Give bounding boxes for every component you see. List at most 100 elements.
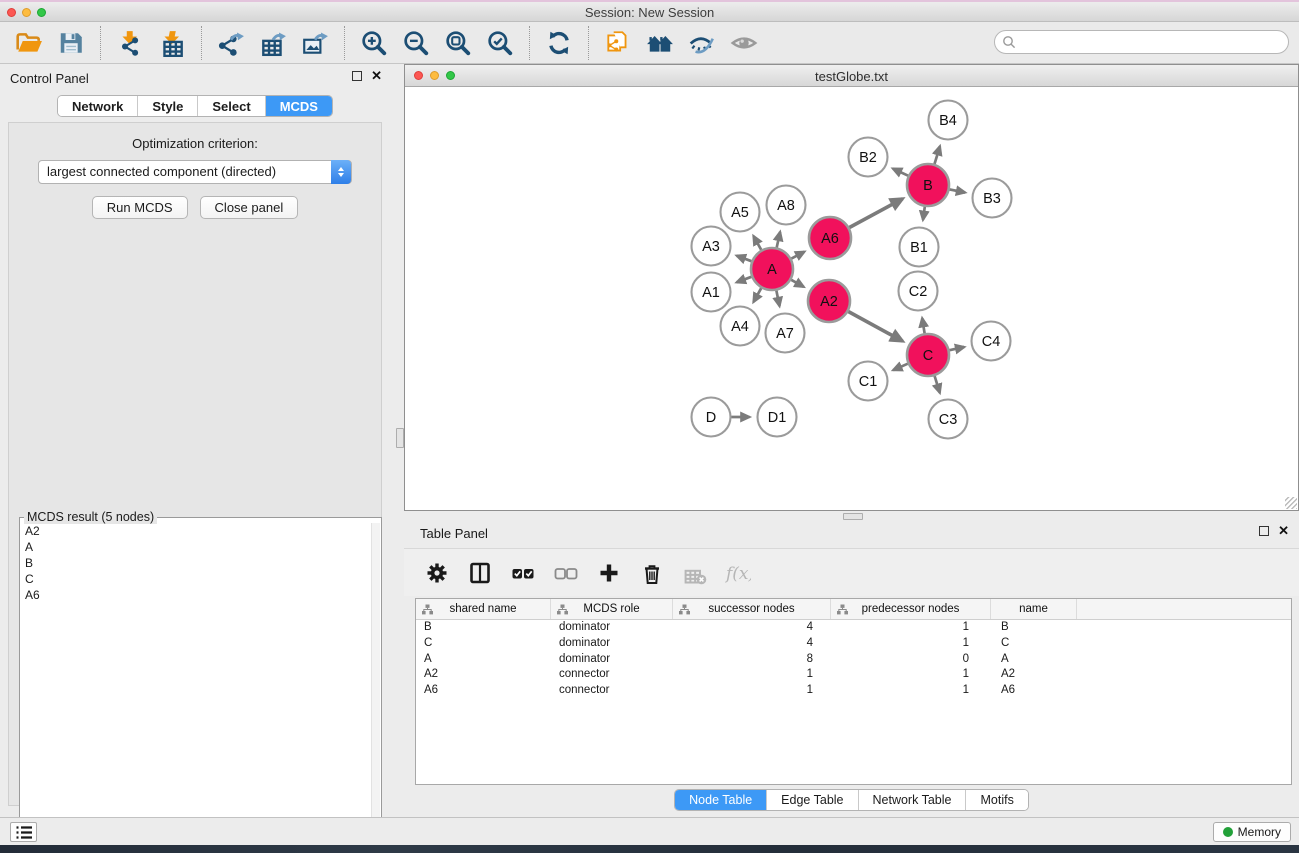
table-cell: C [991, 636, 1077, 652]
result-item[interactable]: B [21, 555, 370, 571]
column-header-name[interactable]: name [991, 599, 1077, 619]
vertical-splitter-handle[interactable] [396, 428, 404, 448]
table-row[interactable]: A2connector11A2 [416, 667, 1291, 683]
table-row[interactable]: Cdominator41C [416, 636, 1291, 652]
optimization-criterion-value: largest connected component (directed) [47, 164, 276, 179]
table-cell: A2 [416, 667, 551, 683]
export-network-button[interactable] [215, 27, 247, 59]
table-row[interactable]: Adominator80A [416, 652, 1291, 668]
result-item[interactable]: C [21, 571, 370, 587]
tab-select[interactable]: Select [198, 96, 265, 116]
graph-node-label: A1 [702, 285, 720, 301]
node-table: shared nameMCDS rolesuccessor nodesprede… [415, 598, 1292, 785]
graph-node-label: A [767, 262, 777, 278]
graph-edge-C-C2[interactable] [922, 318, 924, 333]
add-row-button[interactable] [592, 556, 626, 590]
eye-button[interactable] [728, 27, 760, 59]
table-cell: 1 [831, 620, 991, 636]
graph-edge-B-B3[interactable] [950, 189, 966, 192]
graph-node-label: A7 [776, 326, 794, 342]
result-item[interactable]: A6 [21, 587, 370, 603]
tab-mcds[interactable]: MCDS [266, 96, 332, 116]
memory-button[interactable]: Memory [1213, 822, 1291, 842]
graph-edge-A-A8[interactable] [777, 232, 780, 248]
graph-edge-B-B1[interactable] [923, 207, 925, 220]
graph-node-label: C1 [859, 374, 878, 390]
table-row[interactable]: Bdominator41B [416, 620, 1291, 636]
graph-edge-A6-B[interactable] [849, 199, 902, 228]
table-cell: 1 [831, 667, 991, 683]
close-table-panel-icon[interactable]: ✕ [1278, 526, 1289, 536]
result-scrollbar[interactable] [371, 523, 380, 853]
home-pair-button[interactable] [644, 27, 676, 59]
import-network-button[interactable] [114, 27, 146, 59]
network-graph[interactable]: B4B2BB3A8A5A6A3B1AC2A1A2A4A7C4CC1DD1C3 [405, 87, 1298, 510]
optimization-criterion-select[interactable]: largest connected component (directed) [38, 160, 352, 184]
column-header-shared-name[interactable]: shared name [416, 599, 551, 619]
control-panel: Control Panel ✕ NetworkStyleSelectMCDS O… [0, 64, 390, 812]
save-floppy-button[interactable] [55, 27, 87, 59]
export-table-button[interactable] [257, 27, 289, 59]
resize-corner[interactable] [1285, 497, 1297, 509]
export-image-button[interactable] [299, 27, 331, 59]
graph-edge-B-B2[interactable] [893, 169, 908, 176]
zoom-fit-button[interactable] [442, 27, 474, 59]
desktop-background [0, 845, 1299, 853]
tab-node-table[interactable]: Node Table [675, 790, 767, 810]
tab-motifs[interactable]: Motifs [966, 790, 1027, 810]
tab-network[interactable]: Network [58, 96, 138, 116]
refresh-icon [545, 29, 573, 57]
delete-row-button[interactable] [635, 556, 669, 590]
result-item[interactable]: A2 [21, 523, 370, 539]
import-table-button[interactable] [156, 27, 188, 59]
graph-edge-C-C3[interactable] [935, 376, 940, 393]
select-all-button[interactable] [506, 556, 540, 590]
column-header-MCDS-role[interactable]: MCDS role [551, 599, 673, 619]
settings-gear-button[interactable] [420, 556, 454, 590]
table-cell: B [416, 620, 551, 636]
zoom-in-button[interactable] [358, 27, 390, 59]
close-panel-button[interactable]: Close panel [200, 196, 299, 219]
zoom-selected-button[interactable] [484, 27, 516, 59]
graph-node-label: D1 [768, 410, 787, 426]
result-item[interactable]: A [21, 539, 370, 555]
search-field[interactable] [994, 30, 1289, 54]
columns-button[interactable] [463, 556, 497, 590]
tab-network-table[interactable]: Network Table [859, 790, 967, 810]
tab-edge-table[interactable]: Edge Table [767, 790, 858, 810]
search-input[interactable] [1016, 33, 1288, 51]
graph-edge-C-C1[interactable] [893, 364, 908, 370]
mcds-result-box: MCDS result (5 nodes) A2ABCA6 [19, 517, 382, 853]
memory-label: Memory [1238, 825, 1281, 839]
run-mcds-button[interactable]: Run MCDS [92, 196, 188, 219]
graph-edge-A-A7[interactable] [776, 291, 779, 307]
hide-eye-button[interactable] [686, 27, 718, 59]
table-row[interactable]: A6connector11A6 [416, 683, 1291, 699]
app-window: Session: New Session Control Panel ✕ Net… [0, 0, 1299, 853]
graph-edge-A-A4[interactable] [754, 288, 762, 302]
zoom-out-button[interactable] [400, 27, 432, 59]
float-panel-icon[interactable] [352, 71, 362, 81]
tab-style[interactable]: Style [138, 96, 198, 116]
column-header-successor-nodes[interactable]: successor nodes [673, 599, 831, 619]
deselect-all-button[interactable] [549, 556, 583, 590]
graph-edge-C-C4[interactable] [950, 347, 965, 350]
graph-edge-A2-C[interactable] [848, 312, 902, 342]
graph-edge-A-A1[interactable] [737, 277, 752, 283]
close-panel-icon[interactable]: ✕ [371, 71, 382, 81]
graph-edge-A-A2[interactable] [791, 280, 804, 287]
open-folder-button[interactable] [13, 27, 45, 59]
graph-edge-A-A5[interactable] [754, 236, 762, 250]
column-header-predecessor-nodes[interactable]: predecessor nodes [831, 599, 991, 619]
horizontal-splitter-handle[interactable] [843, 513, 863, 520]
float-table-panel-icon[interactable] [1259, 526, 1269, 536]
function-fx-icon: f(x) [725, 560, 751, 586]
optimization-criterion-label: Optimization criterion: [9, 136, 381, 151]
graph-edge-A-A3[interactable] [737, 256, 752, 262]
task-history-button[interactable] [10, 822, 37, 842]
refresh-button[interactable] [543, 27, 575, 59]
graph-edge-B-B4[interactable] [935, 146, 940, 164]
network-canvas[interactable]: B4B2BB3A8A5A6A3B1AC2A1A2A4A7C4CC1DD1C3 [405, 87, 1298, 510]
graph-edge-A-A6[interactable] [791, 252, 804, 259]
duplicate-network-button[interactable] [602, 27, 634, 59]
